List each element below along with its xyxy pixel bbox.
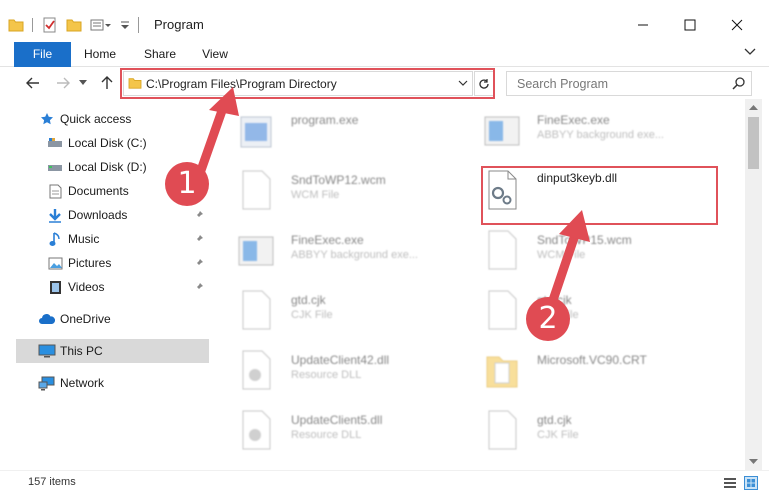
arrow-1 xyxy=(194,87,239,181)
step-1-badge: 1 xyxy=(165,162,209,206)
annotation-arrows xyxy=(194,87,590,320)
step-2-badge: 2 xyxy=(526,297,570,341)
